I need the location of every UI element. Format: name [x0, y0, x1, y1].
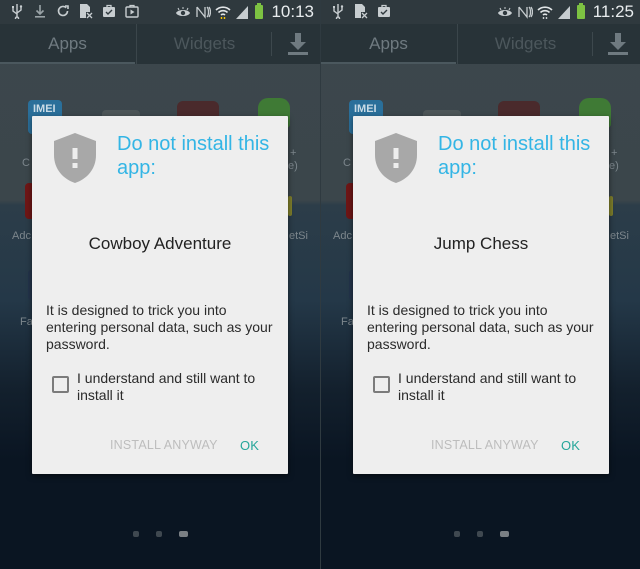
eye-icon [497, 4, 512, 20]
status-bar: 10:13 [0, 0, 320, 24]
ok-button[interactable]: OK [561, 438, 580, 453]
app-label: e) [609, 160, 619, 172]
status-time: 11:25 [592, 2, 634, 21]
app-drawer-tabs: Apps Widgets [321, 24, 640, 64]
nfc-icon [195, 4, 212, 20]
install-anyway-button[interactable]: INSTALL ANYWAY [431, 438, 539, 452]
app-icon-yellow [609, 196, 613, 216]
nfc-icon [517, 4, 533, 20]
app-drawer-tabs: Apps Widgets [0, 24, 320, 64]
signal-icon [557, 4, 571, 20]
status-time: 10:13 [271, 2, 314, 21]
warning-message: It is designed to trick you into enterin… [367, 302, 594, 352]
page-dot-3-active[interactable] [179, 531, 188, 537]
signal-icon [235, 4, 249, 20]
page-dot-2[interactable] [156, 531, 162, 537]
app-label: C [22, 157, 30, 169]
phone-screen-left: 10:13 Apps Widgets IMEI C + e) Adc etSi … [0, 0, 320, 569]
wifi-icon [215, 4, 232, 20]
page-dot-2[interactable] [477, 531, 483, 537]
install-anyway-button[interactable]: INSTALL ANYWAY [110, 438, 218, 452]
status-bar: 11:25 [321, 0, 640, 24]
wifi-icon [537, 4, 553, 20]
understand-checkbox[interactable] [52, 376, 69, 393]
app-label: + [290, 147, 297, 159]
app-label: etSi [289, 230, 308, 242]
app-name: Jump Chess [433, 234, 529, 253]
app-label: + [611, 147, 618, 159]
page-dot-1[interactable] [133, 531, 139, 537]
understand-checkbox[interactable] [373, 376, 390, 393]
page-indicator [133, 531, 188, 537]
eye-icon [175, 4, 191, 20]
understand-checkbox-row[interactable]: I understand and still want to install i… [373, 370, 603, 404]
ok-button[interactable]: OK [240, 438, 259, 453]
understand-checkbox-row[interactable]: I understand and still want to install i… [52, 370, 282, 404]
shield-warning-icon [375, 133, 417, 183]
checkbox-label[interactable]: I understand and still want to install i… [398, 370, 603, 404]
usb-icon [10, 3, 24, 21]
tab-widgets[interactable]: Widgets [457, 24, 593, 64]
app-label: Fa [341, 316, 354, 328]
download-apps-icon[interactable] [606, 30, 630, 58]
app-label: e) [288, 160, 298, 172]
app-label: C [343, 157, 351, 169]
download-apps-icon[interactable] [286, 30, 310, 58]
battery-charging-icon [255, 3, 264, 19]
page-dot-1[interactable] [454, 531, 460, 537]
app-label: Fa [20, 316, 33, 328]
sync-icon [56, 3, 70, 19]
tab-apps[interactable]: Apps [321, 24, 456, 64]
checkbox-label[interactable]: I understand and still want to install i… [77, 370, 282, 404]
page-indicator [454, 531, 509, 537]
phone-screen-right: 11:25 Apps Widgets IMEI C + e) Adc etSi … [320, 0, 640, 569]
app-name: Cowboy Adventure [88, 234, 232, 253]
harmful-app-dialog: Do not install this app: Cowboy Adventur… [32, 116, 288, 474]
tab-apps[interactable]: Apps [0, 24, 135, 64]
harmful-app-dialog: Do not install this app: Jump Chess It i… [353, 116, 609, 474]
battery-charging-icon [576, 3, 585, 19]
app-label: Adc [333, 230, 352, 242]
warning-message: It is designed to trick you into enterin… [46, 302, 273, 352]
briefcase-check-icon [102, 3, 116, 19]
tab-divider [592, 32, 593, 56]
app-label: etSi [610, 230, 629, 242]
document-x-icon [79, 3, 93, 19]
dialog-title: Do not install this app: [117, 133, 270, 179]
tab-widgets[interactable]: Widgets [136, 24, 272, 64]
play-store-icon [125, 3, 139, 19]
app-icon-yellow [288, 196, 292, 216]
download-icon [33, 3, 47, 19]
shield-warning-icon [54, 133, 96, 183]
page-dot-3-active[interactable] [500, 531, 509, 537]
app-label: Adc [12, 230, 31, 242]
briefcase-check-icon [377, 3, 391, 19]
document-x-icon [354, 3, 368, 19]
usb-icon [331, 3, 345, 21]
dialog-title: Do not install this app: [438, 133, 591, 179]
tab-divider [271, 32, 272, 56]
